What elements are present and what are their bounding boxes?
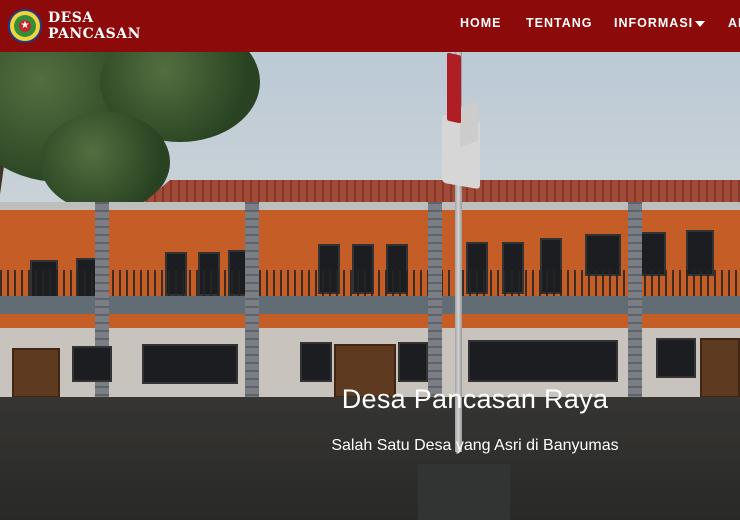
village-emblem-icon: ★	[8, 9, 42, 43]
nav-informasi-dropdown[interactable]: INFORMASI	[614, 16, 706, 30]
brand-line-2: PANCASAN	[48, 26, 141, 42]
hero-title: Desa Pancasan Raya	[341, 384, 609, 414]
brand-name: DESA PANCASAN	[48, 10, 141, 42]
nav-home[interactable]: HOME	[460, 16, 502, 30]
brand-link[interactable]: ★ DESA PANCASAN	[8, 7, 141, 45]
brand-line-1: DESA	[48, 10, 94, 26]
navbar: ★ DESA PANCASAN HOME TENTANG INFORMASI A…	[0, 0, 740, 52]
nav-informasi-label: INFORMASI	[614, 16, 694, 30]
hero-subtitle: Salah Satu Desa yang Asri di Banyumas	[331, 437, 619, 454]
nav-item-cut-off[interactable]: AI	[728, 16, 740, 30]
nav-tentang[interactable]: TENTANG	[526, 16, 593, 30]
caret-down-icon	[695, 21, 706, 27]
